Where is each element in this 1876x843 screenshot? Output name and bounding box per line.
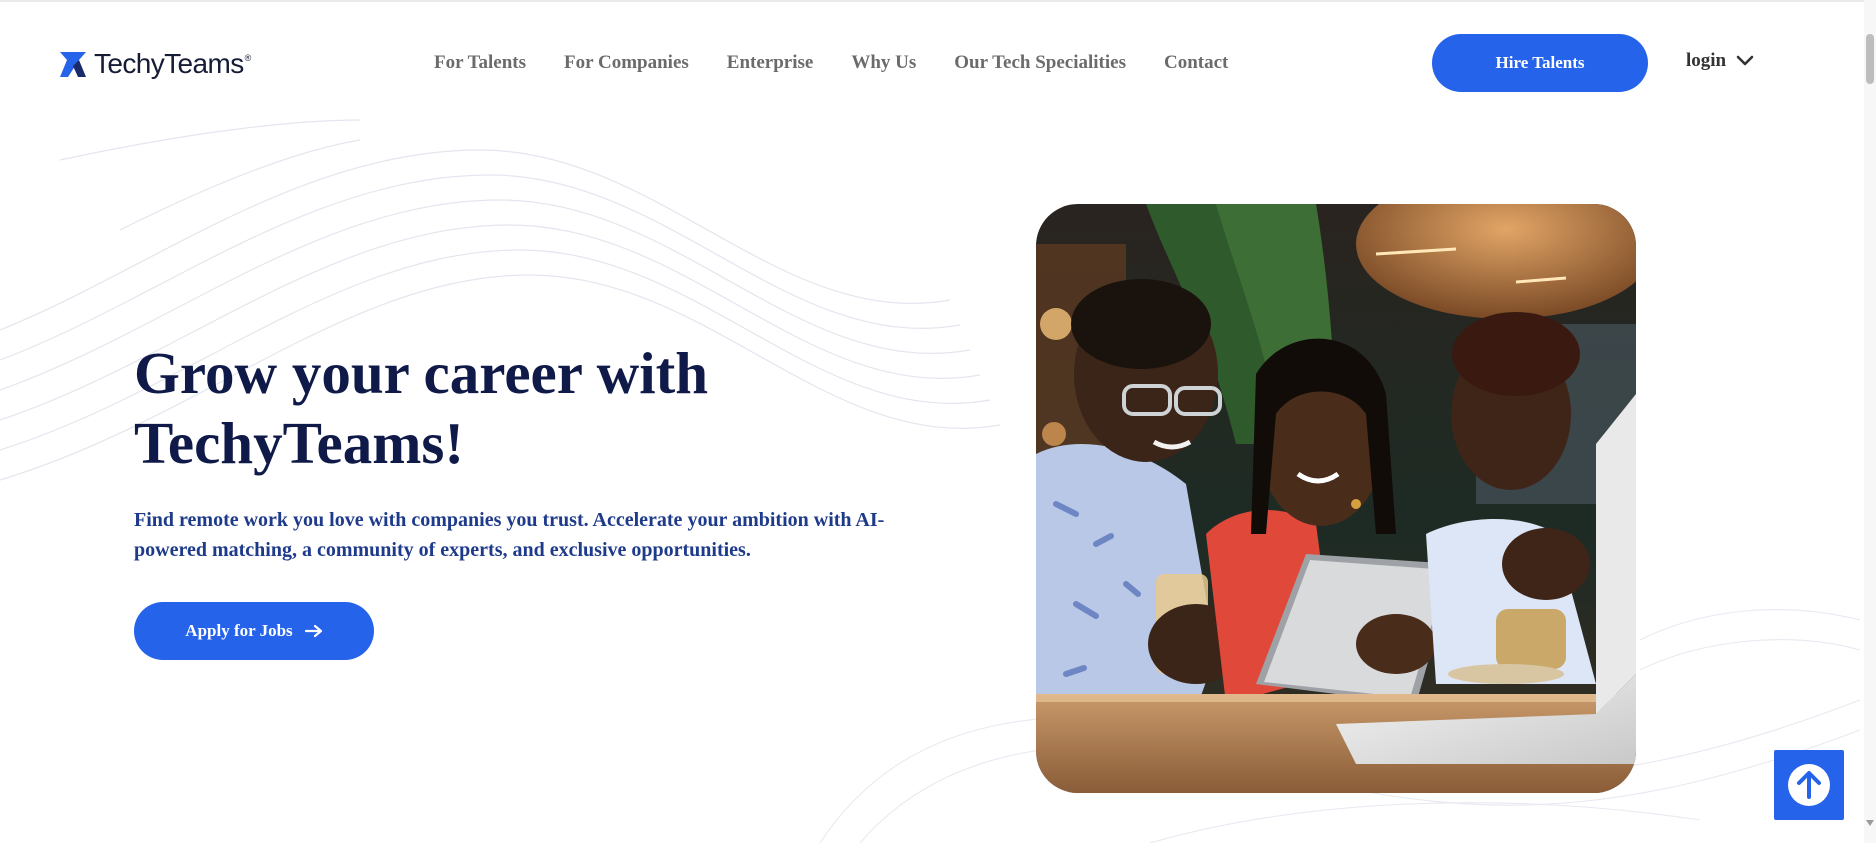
- page: TechyTeams ® For Talents For Companies E…: [0, 0, 1876, 843]
- nav-link-for-companies[interactable]: For Companies: [564, 52, 689, 73]
- hero-photo-illustration: [1036, 204, 1636, 793]
- nav-item-why-us: Why Us: [851, 51, 916, 75]
- scrollbar-down-arrow-icon[interactable]: [1866, 820, 1874, 826]
- brand-logo[interactable]: TechyTeams ®: [58, 46, 251, 82]
- login-dropdown[interactable]: login: [1686, 50, 1754, 72]
- nav-link-tech-specialities[interactable]: Our Tech Specialities: [954, 52, 1126, 73]
- apply-for-jobs-button[interactable]: Apply for Jobs: [134, 602, 374, 660]
- scrollbar-thumb[interactable]: [1866, 34, 1874, 84]
- nav-item-contact: Contact: [1164, 51, 1228, 75]
- main-nav: For Talents For Companies Enterprise Why…: [434, 51, 1228, 75]
- nav-link-enterprise[interactable]: Enterprise: [727, 52, 814, 73]
- hero-title: Grow your career with TechyTeams!: [134, 340, 709, 476]
- brand-name: TechyTeams: [94, 48, 244, 79]
- arrow-right-icon: [304, 624, 322, 638]
- nav-item-tech-specialities: Our Tech Specialities: [954, 51, 1126, 75]
- techyteams-logo-icon: [60, 52, 86, 77]
- site-header: TechyTeams ® For Talents For Companies E…: [0, 2, 1860, 120]
- nav-item-enterprise: Enterprise: [727, 51, 814, 75]
- page-scrollbar[interactable]: [1864, 0, 1876, 843]
- brand-trademark: ®: [244, 53, 252, 63]
- nav-item-for-companies: For Companies: [564, 51, 689, 75]
- hero-photo: [1036, 204, 1636, 793]
- hero-subtitle: Find remote work you love with companies…: [134, 509, 885, 561]
- apply-for-jobs-label: Apply for Jobs: [185, 621, 293, 640]
- nav-link-contact[interactable]: Contact: [1164, 52, 1228, 73]
- back-to-top-button[interactable]: [1774, 750, 1844, 820]
- chevron-down-icon: [1736, 55, 1754, 66]
- arrow-up-circle-icon: [1788, 764, 1830, 806]
- nav-item-for-talents: For Talents: [434, 51, 526, 75]
- login-label: login: [1686, 50, 1727, 71]
- nav-link-for-talents[interactable]: For Talents: [434, 52, 526, 73]
- nav-link-why-us[interactable]: Why Us: [851, 52, 916, 73]
- hire-talents-button[interactable]: Hire Talents: [1432, 34, 1648, 92]
